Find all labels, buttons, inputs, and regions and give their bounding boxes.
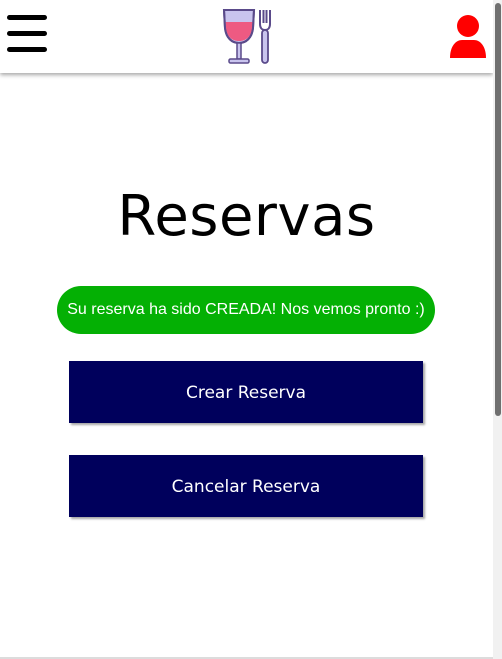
create-reservation-button[interactable]: Crear Reserva (69, 361, 423, 423)
vertical-scrollbar[interactable] (493, 0, 502, 659)
success-alert: Su reserva ha sido CREADA! Nos vemos pro… (57, 286, 435, 334)
wine-glass-fork-icon (222, 9, 271, 64)
scrollbar-thumb[interactable] (495, 3, 501, 416)
user-icon (450, 15, 486, 58)
menu-button[interactable] (7, 15, 47, 53)
page: Reservas Su reserva ha sido CREADA! Nos … (0, 0, 502, 659)
user-account-button[interactable] (448, 14, 488, 60)
restaurant-logo[interactable] (221, 8, 279, 66)
page-title: Reservas (117, 184, 376, 249)
top-navbar (0, 0, 493, 73)
cancel-reservation-button[interactable]: Cancelar Reserva (69, 455, 423, 517)
